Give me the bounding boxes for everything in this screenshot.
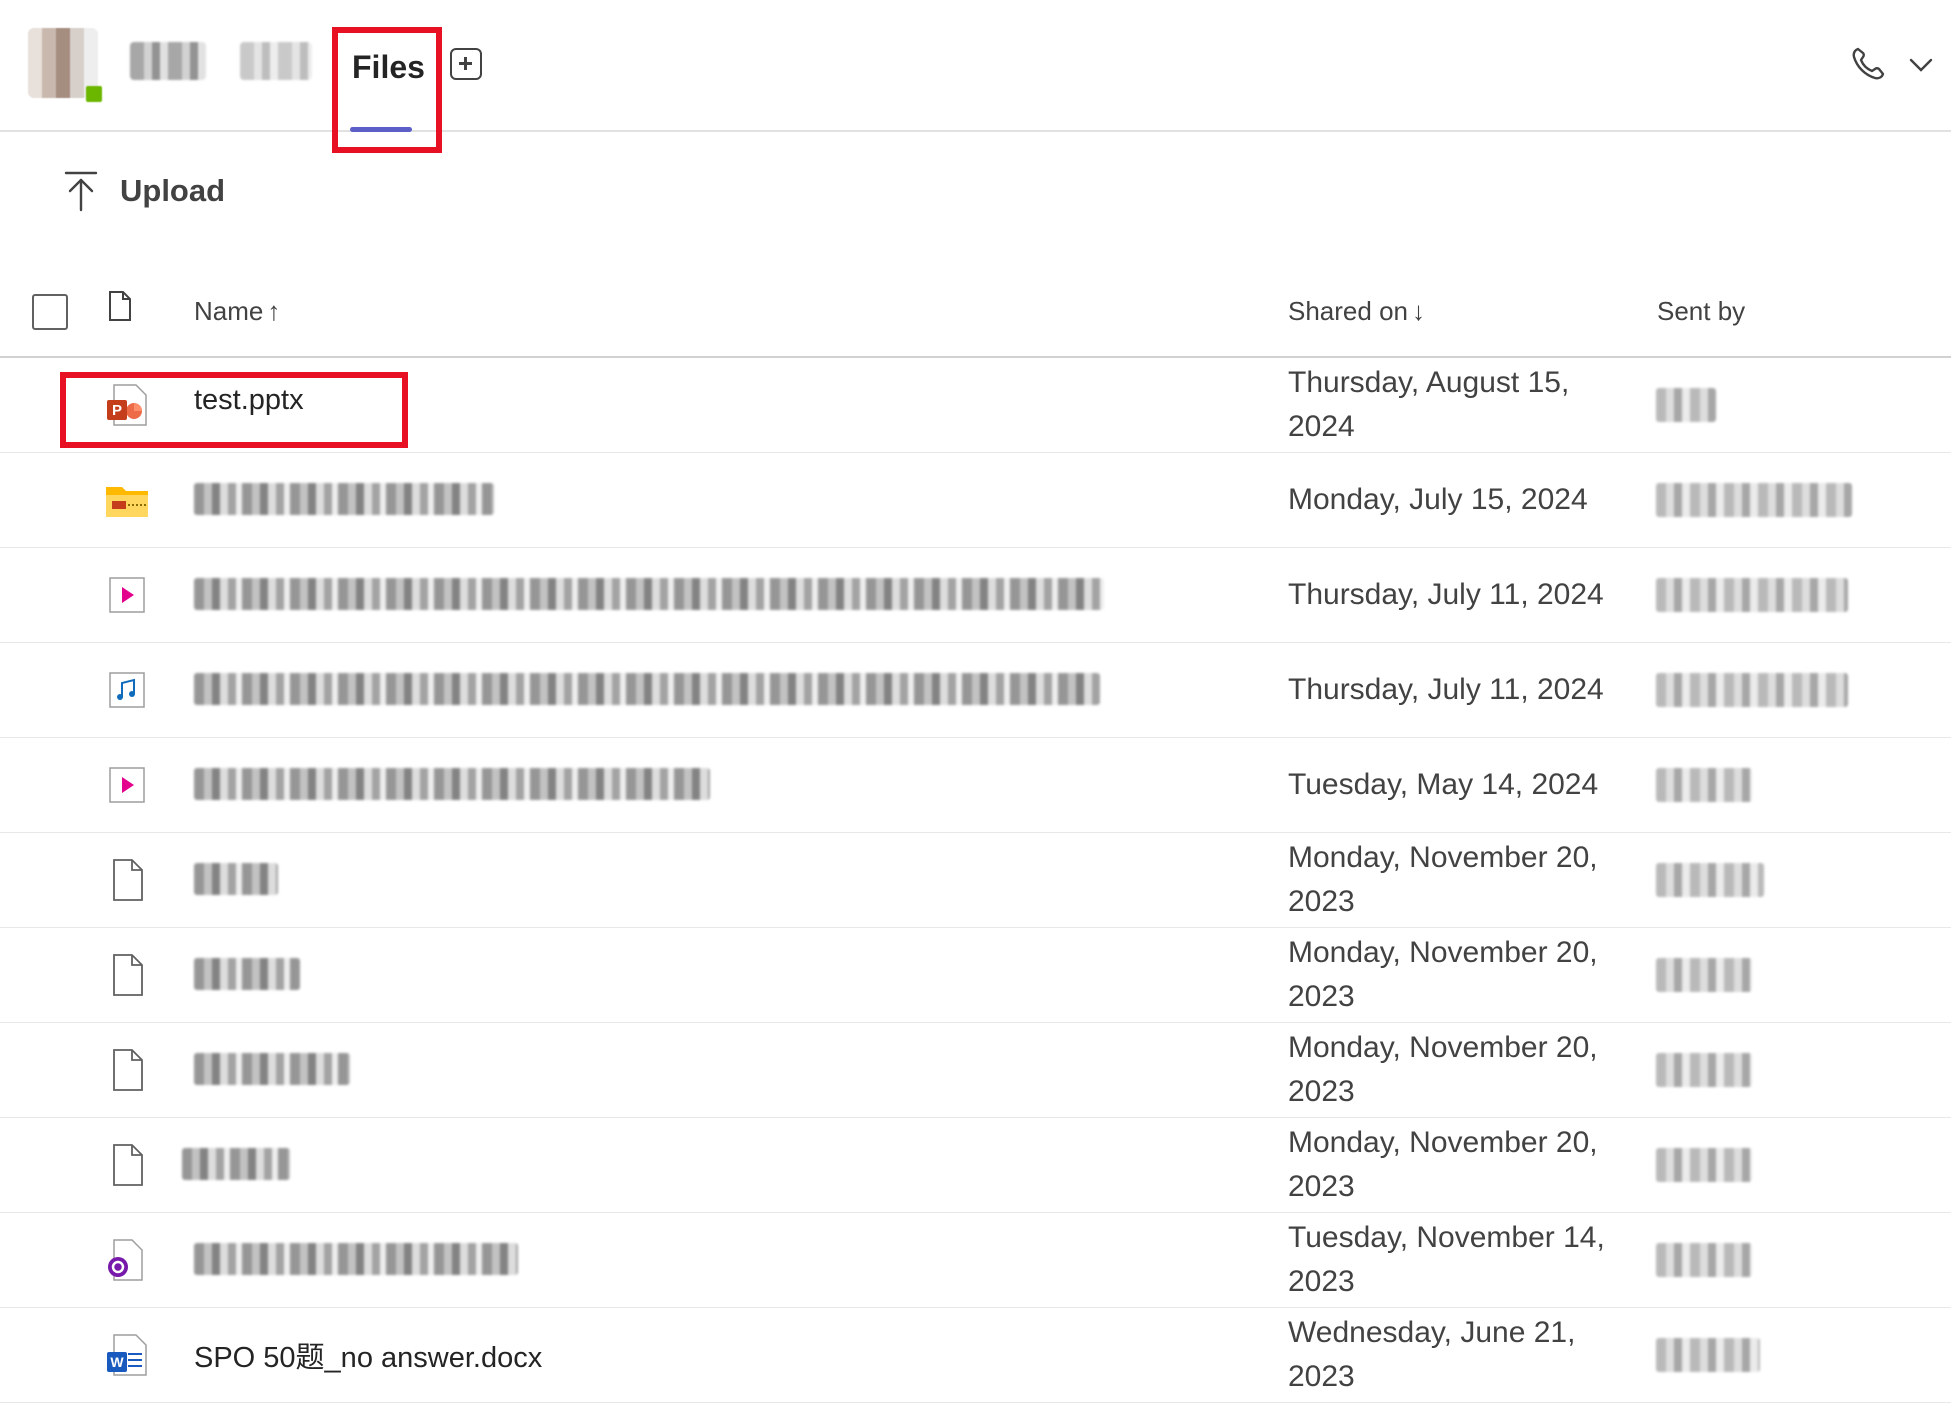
- sender-redacted: [1656, 483, 1852, 517]
- column-name-label: Name: [194, 296, 264, 326]
- shared-on-date: Thursday, August 15, 2024: [1288, 366, 1570, 443]
- shared-on-date: Thursday, July 11, 2024: [1288, 673, 1604, 706]
- file-name-redacted[interactable]: [194, 483, 494, 515]
- chat-header: Files: [0, 0, 1951, 153]
- avatar[interactable]: [28, 28, 102, 102]
- column-sent-by-label: Sent by: [1657, 296, 1746, 326]
- table-row[interactable]: Tuesday, May 14, 2024: [0, 738, 1951, 833]
- presence-available-icon: [86, 86, 102, 102]
- shared-on-date: Monday, November 20, 2023: [1288, 1126, 1598, 1203]
- files-table-header: Name ↑ Shared on ↓ Sent by: [0, 282, 1951, 358]
- zip-folder-icon: [106, 487, 148, 517]
- sender-redacted: [1656, 958, 1752, 992]
- sender-redacted: [1656, 1338, 1760, 1372]
- loop-file-icon: [108, 1239, 143, 1281]
- phone-icon[interactable]: [1848, 44, 1888, 84]
- shared-on-date: Wednesday, June 21, 2023: [1288, 1316, 1576, 1393]
- sender-redacted: [1656, 1148, 1752, 1182]
- table-row[interactable]: Monday, November 20, 2023: [0, 1118, 1951, 1213]
- column-header-shared-on[interactable]: Shared on ↓: [1288, 296, 1425, 327]
- shared-on-date: Monday, November 20, 2023: [1288, 936, 1598, 1013]
- tab-files[interactable]: Files: [332, 27, 442, 153]
- sender-redacted: [1656, 578, 1848, 612]
- shared-on-date: Monday, November 20, 2023: [1288, 841, 1598, 918]
- video-file-icon: [109, 767, 145, 803]
- table-row[interactable]: Monday, November 20, 2023: [0, 833, 1951, 928]
- sort-ascending-icon: ↑: [267, 296, 281, 326]
- sort-descending-icon: ↓: [1411, 296, 1425, 326]
- shared-on-date: Tuesday, May 14, 2024: [1288, 768, 1599, 801]
- column-header-name[interactable]: Name ↑: [194, 296, 280, 327]
- generic-file-icon: [113, 859, 143, 901]
- audio-file-icon: [109, 672, 145, 708]
- file-name-redacted[interactable]: [182, 1148, 290, 1180]
- table-row[interactable]: Thursday, July 11, 2024: [0, 643, 1951, 738]
- shared-on-date: Monday, November 20, 2023: [1288, 1031, 1598, 1108]
- table-row[interactable]: Thursday, July 11, 2024: [0, 548, 1951, 643]
- sender-redacted: [1656, 768, 1752, 802]
- file-name[interactable]: SPO 50题_no answer.docx: [194, 1334, 542, 1376]
- upload-icon: [64, 171, 98, 212]
- file-type-column-icon: [109, 291, 131, 321]
- generic-file-icon: [113, 1144, 143, 1186]
- shared-on-date: Thursday, July 11, 2024: [1288, 578, 1604, 611]
- chat-name-redacted[interactable]: [130, 42, 206, 80]
- active-tab-indicator: [350, 127, 412, 132]
- file-name-redacted[interactable]: [194, 673, 1100, 705]
- file-name-redacted[interactable]: [194, 578, 1104, 610]
- shared-on-date: Monday, July 15, 2024: [1288, 483, 1588, 516]
- table-row[interactable]: W SPO 50题_no answer.docx Wednesday, June…: [0, 1308, 1951, 1403]
- sender-redacted: [1656, 388, 1716, 422]
- table-row[interactable]: Monday, November 20, 2023: [0, 1023, 1951, 1118]
- generic-file-icon: [113, 954, 143, 996]
- sender-redacted: [1656, 863, 1764, 897]
- select-all-checkbox[interactable]: [32, 294, 68, 330]
- file-name-redacted[interactable]: [194, 958, 300, 990]
- table-row[interactable]: Tuesday, November 14, 2023: [0, 1213, 1951, 1308]
- table-row[interactable]: Monday, November 20, 2023: [0, 928, 1951, 1023]
- upload-label: Upload: [120, 173, 226, 208]
- sender-redacted: [1656, 673, 1848, 707]
- svg-text:W: W: [110, 1354, 124, 1370]
- column-shared-on-label: Shared on: [1288, 296, 1408, 326]
- file-name-redacted[interactable]: [194, 863, 278, 895]
- sender-redacted: [1656, 1243, 1752, 1277]
- chevron-down-icon[interactable]: [1908, 56, 1934, 74]
- chat-tab-redacted[interactable]: [240, 42, 312, 80]
- word-icon: W: [107, 1334, 147, 1376]
- tab-files-label: Files: [352, 49, 425, 85]
- file-name-redacted[interactable]: [194, 1053, 350, 1085]
- table-row[interactable]: Monday, July 15, 2024: [0, 453, 1951, 548]
- file-name-redacted[interactable]: [194, 1243, 518, 1275]
- generic-file-icon: [113, 1049, 143, 1091]
- sender-redacted: [1656, 1053, 1752, 1087]
- file-name-redacted[interactable]: [194, 768, 710, 800]
- column-header-sent-by[interactable]: Sent by: [1657, 296, 1745, 327]
- upload-button[interactable]: Upload: [64, 166, 225, 216]
- video-file-icon: [109, 577, 145, 613]
- add-tab-icon[interactable]: [450, 48, 482, 80]
- file-highlight-box: [60, 372, 408, 448]
- shared-on-date: Tuesday, November 14, 2023: [1288, 1221, 1605, 1298]
